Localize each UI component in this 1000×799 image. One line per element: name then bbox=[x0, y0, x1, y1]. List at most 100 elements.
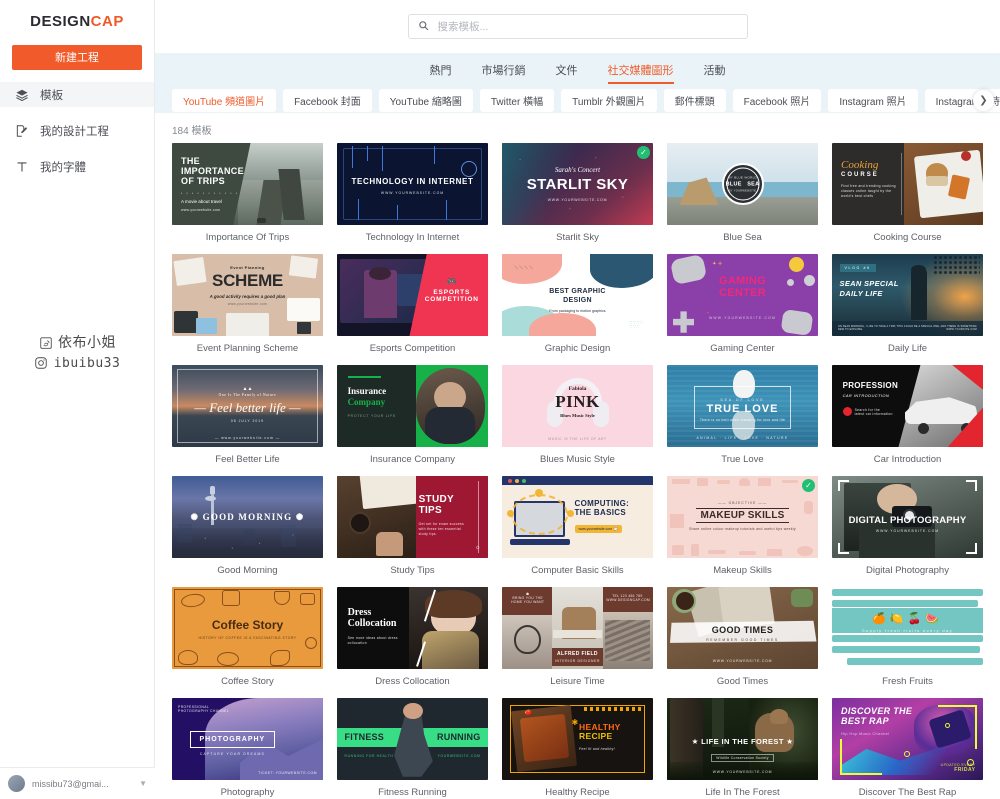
template-thumbnail[interactable]: 🍅 ✱ HEALTHY RECIPE Feel fit and healthy! bbox=[502, 698, 653, 780]
template-card[interactable]: PROFESSIONAL PHOTOGRAPHY CHANNEL PHOTOGRA… bbox=[165, 698, 330, 799]
template-thumbnail[interactable]: STUDY TIPS Get set for exam success with … bbox=[337, 476, 488, 558]
template-card[interactable]: Sarah's Concert STARLIT SKY WWW.YOURWEBS… bbox=[495, 143, 660, 254]
search-input[interactable] bbox=[435, 19, 738, 34]
chevron-right-icon[interactable]: ❯ bbox=[973, 90, 994, 111]
template-card[interactable]: GOOD TIMES REMEMBER GOOD TIMES WWW.YOURW… bbox=[660, 587, 825, 698]
tab-social-media-graphics[interactable]: 社交媒體圖形 bbox=[607, 62, 674, 84]
template-card[interactable]: ＼＼＼＼ ∵∵∵∵ ∵∵∵ BEST GRAPHIC DESIGN From pac… bbox=[495, 254, 660, 365]
template-title: Starlit Sky bbox=[556, 232, 599, 243]
template-thumbnail[interactable]: Dress Collocation See more ideas about dr… bbox=[337, 587, 488, 669]
template-card[interactable]: STUDY TIPS Get set for exam success with … bbox=[330, 476, 495, 587]
template-card[interactable]: ★ LIFE IN THE FOREST ★ Wildlife Conserva… bbox=[660, 698, 825, 799]
template-title: Life In The Forest bbox=[705, 787, 780, 798]
template-thumbnail[interactable]: GOOD TIMES REMEMBER GOOD TIMES WWW.YOURW… bbox=[667, 587, 818, 669]
template-title: Healthy Recipe bbox=[545, 787, 610, 798]
template-title: Fresh Fruits bbox=[882, 676, 933, 687]
tab-marketing[interactable]: 市場行銷 bbox=[482, 62, 526, 83]
app-root: DESIGNCAP 新建工程 模板 我的設計工程 我的字體 依布小姐 ibuib… bbox=[0, 0, 1000, 799]
template-card[interactable]: Coffee Story HISTORY OF COFFEE IS A FASC… bbox=[165, 587, 330, 698]
template-title: Daily Life bbox=[887, 343, 928, 354]
sub-tab-twitter-banner[interactable]: Twitter 橫幅 bbox=[479, 89, 555, 112]
template-title: Blues Music Style bbox=[540, 454, 615, 465]
sub-tab-tumblr-banner[interactable]: Tumblr 外觀圖片 bbox=[561, 89, 657, 112]
avatar bbox=[8, 775, 25, 792]
sub-tab-instagram-photo[interactable]: Instagram 照片 bbox=[828, 89, 918, 112]
category-tabs: 熱門 市場行銷 文件 社交媒體圖形 活動 bbox=[155, 60, 1000, 84]
template-thumbnail[interactable]: THE IMPORTANCE OF TRIPS • • • • • • • • •… bbox=[172, 143, 323, 225]
template-card[interactable]: ▲▲ One Is The Family of Nature — Feel be… bbox=[165, 365, 330, 476]
template-card[interactable]: MY BLUE WORLD BLUE SEA BY YOURWEBSITE Bl… bbox=[660, 143, 825, 254]
tab-popular[interactable]: 熱門 bbox=[430, 62, 452, 83]
template-thumbnail[interactable]: ✦ ✛ ✦ GAMING CENTER WWW.YOURWEBSITE.COM bbox=[667, 254, 818, 336]
sidebar-item-my-designs[interactable]: 我的設計工程 bbox=[0, 118, 154, 143]
template-card[interactable]: FITNESS RUNNING RUNNING FOR HEALTH YOURW… bbox=[330, 698, 495, 799]
template-thumbnail[interactable]: ✺ GOOD MORNING ✺ bbox=[172, 476, 323, 558]
template-thumbnail[interactable]: PROFESSION CAR INTRODUCTION Search for t… bbox=[832, 365, 983, 447]
template-card[interactable]: Cooking COURSE Find free and trending co… bbox=[825, 143, 990, 254]
template-card[interactable]: 🎮 ESPORTS COMPETITION Esports Competitio… bbox=[330, 254, 495, 365]
category-band: 熱門 市場行銷 文件 社交媒體圖形 活動 YouTube 頻道圖片 Facebo… bbox=[155, 53, 1000, 125]
template-card[interactable]: —— OBJECTIVE —— MAKEUP SKILLS Share onli… bbox=[660, 476, 825, 587]
logo[interactable]: DESIGNCAP bbox=[0, 0, 154, 42]
template-card[interactable]: TECHNOLOGY IN INTERNET WWW.YOURWEBSITE.C… bbox=[330, 143, 495, 254]
template-card[interactable]: Fabiola PINK Blues Music Style MUSIC IS … bbox=[495, 365, 660, 476]
tab-documents[interactable]: 文件 bbox=[556, 62, 578, 83]
main-content: 熱門 市場行銷 文件 社交媒體圖形 活動 YouTube 頻道圖片 Facebo… bbox=[155, 0, 1000, 799]
template-thumbnail[interactable]: DIGITAL PHOTOGRAPHY WWW.YOURWEBSITE.COM bbox=[832, 476, 983, 558]
template-title: Gaming Center bbox=[710, 343, 775, 354]
sidebar-item-my-fonts[interactable]: 我的字體 bbox=[0, 154, 154, 179]
tab-events[interactable]: 活動 bbox=[704, 62, 726, 83]
sub-tab-youtube-thumbnail[interactable]: YouTube 縮略圖 bbox=[378, 89, 473, 112]
template-card[interactable]: DIGITAL PHOTOGRAPHY WWW.YOURWEBSITE.COM … bbox=[825, 476, 990, 587]
template-card[interactable]: Event Planning SCHEME A good activity re… bbox=[165, 254, 330, 365]
search-box[interactable] bbox=[407, 14, 748, 39]
template-card[interactable]: ON SEAN MORNING, I LIKE TO HAVE A TRIP, … bbox=[825, 254, 990, 365]
template-thumbnail[interactable]: PROFESSIONAL PHOTOGRAPHY CHANNEL PHOTOGRA… bbox=[172, 698, 323, 780]
search-icon bbox=[418, 18, 429, 36]
template-thumbnail[interactable]: COMPUTING: THE BASICS www.yourwebsite.com… bbox=[502, 476, 653, 558]
template-thumbnail[interactable]: 🍊🍋🍒🍉 Supply fresh fruits every day bbox=[832, 587, 983, 669]
template-thumbnail[interactable]: —— OBJECTIVE —— MAKEUP SKILLS Share onli… bbox=[667, 476, 818, 558]
template-title: Esports Competition bbox=[369, 343, 456, 354]
template-card[interactable]: ✺ GOOD MORNING ✺ Good Morning bbox=[165, 476, 330, 587]
sidebar-item-templates[interactable]: 模板 bbox=[0, 82, 154, 107]
template-card[interactable]: Dress Collocation See more ideas about dr… bbox=[330, 587, 495, 698]
template-thumbnail[interactable]: Coffee Story HISTORY OF COFFEE IS A FASC… bbox=[172, 587, 323, 669]
template-thumbnail[interactable]: FITNESS RUNNING RUNNING FOR HEALTH YOURW… bbox=[337, 698, 488, 780]
template-thumbnail[interactable]: Sarah's Concert STARLIT SKY WWW.YOURWEBS… bbox=[502, 143, 653, 225]
template-thumbnail[interactable]: ON SEAN MORNING, I LIKE TO HAVE A TRIP, … bbox=[832, 254, 983, 336]
template-card[interactable]: 🍅 ✱ HEALTHY RECIPE Feel fit and healthy! … bbox=[495, 698, 660, 799]
template-thumbnail[interactable]: DISCOVER THE BEST RAP Hip Hop Music Chann… bbox=[832, 698, 983, 780]
template-thumbnail[interactable]: Insurance Company PROTECT YOUR LIFE bbox=[337, 365, 488, 447]
user-account-strip[interactable]: missibu73@gmai... ▼ bbox=[0, 767, 155, 799]
template-card[interactable]: THE IMPORTANCE OF TRIPS • • • • • • • • •… bbox=[165, 143, 330, 254]
template-card[interactable]: 🍊🍋🍒🍉 Supply fresh fruits every day Fresh… bbox=[825, 587, 990, 698]
new-project-button[interactable]: 新建工程 bbox=[12, 45, 142, 70]
template-thumbnail[interactable]: ☗ BRING YOU THE HOME YOU WANT TEL 123 456 … bbox=[502, 587, 653, 669]
template-card[interactable]: DISCOVER THE BEST RAP Hip Hop Music Chann… bbox=[825, 698, 990, 799]
sub-tab-youtube-channel-art[interactable]: YouTube 頻道圖片 bbox=[172, 89, 277, 112]
template-thumbnail[interactable]: ▲▲ One Is The Family of Nature — Feel be… bbox=[172, 365, 323, 447]
template-thumbnail[interactable]: SEA OF LOVE TRUE LOVE There is no limit … bbox=[667, 365, 818, 447]
sub-tab-email-header[interactable]: 郵件標頭 bbox=[663, 89, 726, 112]
template-card[interactable]: SEA OF LOVE TRUE LOVE There is no limit … bbox=[660, 365, 825, 476]
template-title: Study Tips bbox=[390, 565, 435, 576]
edit-document-icon bbox=[14, 123, 29, 138]
sub-tab-facebook-cover[interactable]: Facebook 封面 bbox=[283, 89, 372, 112]
template-card[interactable]: PROFESSION CAR INTRODUCTION Search for t… bbox=[825, 365, 990, 476]
template-card[interactable]: Insurance Company PROTECT YOUR LIFE Insu… bbox=[330, 365, 495, 476]
template-thumbnail[interactable]: ＼＼＼＼ ∵∵∵∵ ∵∵∵ BEST GRAPHIC DESIGN From pac… bbox=[502, 254, 653, 336]
template-card[interactable]: COMPUTING: THE BASICS www.yourwebsite.com… bbox=[495, 476, 660, 587]
sidebar-item-label-my-designs: 我的設計工程 bbox=[40, 125, 109, 138]
chevron-down-icon[interactable]: ▼ bbox=[139, 779, 147, 788]
template-card[interactable]: ✦ ✛ ✦ GAMING CENTER WWW.YOURWEBSITE.COM G… bbox=[660, 254, 825, 365]
template-thumbnail[interactable]: TECHNOLOGY IN INTERNET WWW.YOURWEBSITE.C… bbox=[337, 143, 488, 225]
template-thumbnail[interactable]: MY BLUE WORLD BLUE SEA BY YOURWEBSITE bbox=[667, 143, 818, 225]
template-thumbnail[interactable]: Fabiola PINK Blues Music Style MUSIC IS … bbox=[502, 365, 653, 447]
template-thumbnail[interactable]: ★ LIFE IN THE FOREST ★ Wildlife Conserva… bbox=[667, 698, 818, 780]
template-thumbnail[interactable]: Event Planning SCHEME A good activity re… bbox=[172, 254, 323, 336]
template-thumbnail[interactable]: 🎮 ESPORTS COMPETITION bbox=[337, 254, 488, 336]
template-card[interactable]: ☗ BRING YOU THE HOME YOU WANT TEL 123 456 … bbox=[495, 587, 660, 698]
template-thumbnail[interactable]: Cooking COURSE Find free and trending co… bbox=[832, 143, 983, 225]
sub-tab-facebook-photo[interactable]: Facebook 照片 bbox=[732, 89, 822, 112]
